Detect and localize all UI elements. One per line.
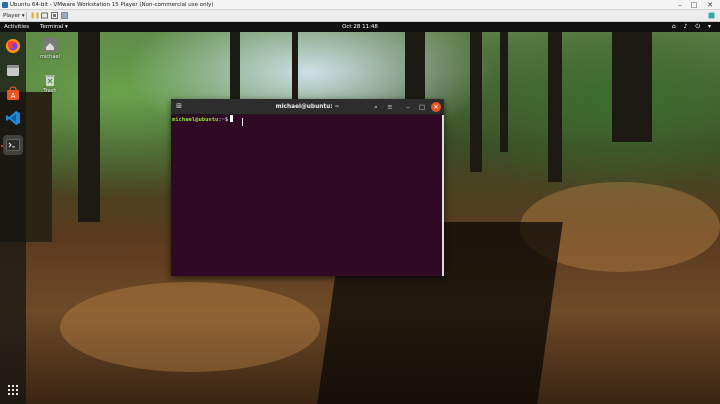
vm-settings-icon[interactable] [41,12,48,19]
vmware-icon [2,2,8,8]
fullscreen-icon[interactable] [51,12,58,19]
player-menu[interactable]: Player ▾ [3,10,25,22]
terminal-headerbar[interactable]: ⊞ michael@ubuntu: ~ ⌕ ≡ – □ ✕ [171,99,444,115]
tree-trunk [500,32,508,152]
terminal-icon [6,139,20,151]
dock-item-vscode[interactable] [3,108,23,128]
tree-trunk [78,32,100,222]
desktop-icon-trash[interactable]: Trash [39,72,61,94]
tree-trunk [548,32,562,182]
dock-item-files[interactable] [3,60,23,80]
firefox-icon [6,39,20,53]
tree-trunk [292,32,298,107]
show-applications-button[interactable] [3,380,23,400]
vm-minimize-button[interactable]: – [674,0,686,10]
system-tray[interactable]: ⌂ ♪ ⏻ ▾ [672,22,714,32]
prompt-user: michael@ubuntu [172,117,219,123]
desktop-icon-label: michael [40,54,60,60]
files-icon [7,65,19,76]
trash-icon [43,72,57,86]
dock: A [0,32,26,404]
vm-display-icon[interactable] [708,12,715,19]
clock[interactable]: Oct 28 11:48 [0,22,720,32]
home-folder-icon [43,38,57,52]
app-grid-icon [7,384,19,396]
toolbar-separator [26,12,27,20]
mouse-ibeam-cursor [242,118,245,126]
dock-item-firefox[interactable] [3,36,23,56]
desktop-icon-label: Trash [43,88,57,94]
vm-toolbar: Player ▾ ❚❚ [0,10,720,22]
sunlit-ground [60,282,320,372]
vscode-icon [6,111,20,125]
svg-text:A: A [11,92,16,100]
prompt-symbol: $ [224,117,229,123]
vm-titlebar: Ubuntu 64-bit - VMware Workstation 15 Pl… [0,0,720,10]
close-button[interactable]: ✕ [431,102,441,112]
terminal-window[interactable]: ⊞ michael@ubuntu: ~ ⌕ ≡ – □ ✕ michael@ub… [171,99,444,276]
vm-window-title: Ubuntu 64-bit - VMware Workstation 15 Pl… [10,2,214,8]
terminal-scrollbar[interactable] [442,115,444,276]
search-button[interactable]: ⌕ [371,102,381,112]
software-icon: A [7,86,19,100]
vm-close-button[interactable]: ✕ [704,0,716,10]
dock-item-terminal[interactable] [3,135,23,155]
tree-trunk [470,32,482,172]
maximize-button[interactable]: □ [417,102,427,112]
minimize-button[interactable]: – [403,102,413,112]
desktop-icon-home[interactable]: michael [39,38,61,60]
gnome-topbar: Activities Terminal ▾ Oct 28 11:48 ⌂ ♪ ⏻… [0,22,720,32]
dock-item-software[interactable]: A [3,84,23,104]
vm-maximize-button[interactable]: □ [688,0,700,10]
pause-icon[interactable]: ❚❚ [30,12,40,19]
menu-button[interactable]: ≡ [385,102,395,112]
terminal-body[interactable]: michael@ubuntu:~$ [171,115,442,276]
text-cursor [230,115,234,122]
tree-trunk [612,32,652,142]
unity-icon[interactable] [61,12,68,19]
